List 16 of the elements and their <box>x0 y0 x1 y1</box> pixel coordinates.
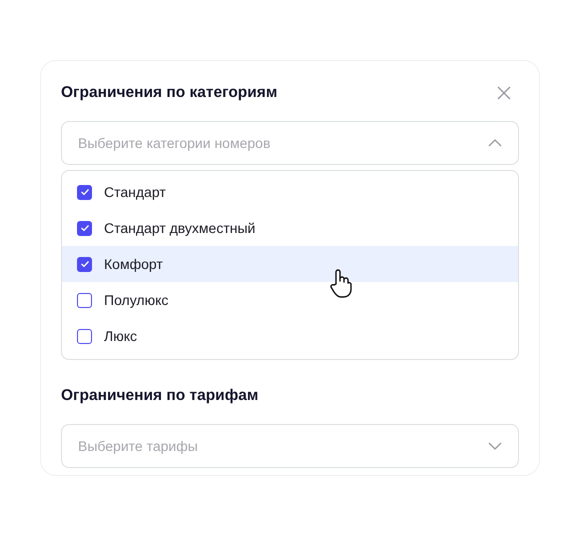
hand-cursor-icon <box>328 268 354 298</box>
close-icon[interactable] <box>497 86 511 100</box>
checkbox[interactable] <box>77 184 92 200</box>
checkbox[interactable] <box>77 292 92 308</box>
dropdown-option[interactable]: Люкс <box>62 318 518 354</box>
dropdown-option[interactable]: Стандарт <box>62 174 518 210</box>
checkbox[interactable] <box>77 256 92 272</box>
check-icon <box>80 260 90 268</box>
check-icon <box>80 224 90 232</box>
check-icon <box>80 188 90 196</box>
checkbox[interactable] <box>77 220 92 236</box>
dropdown-option[interactable]: Полулюкс <box>62 282 518 318</box>
checkbox[interactable] <box>77 328 92 344</box>
dropdown-option[interactable]: Стандарт двухместный <box>62 210 518 246</box>
section-title: Ограничения по категориям <box>61 84 278 102</box>
section-title: Ограничения по тарифам <box>61 387 258 405</box>
